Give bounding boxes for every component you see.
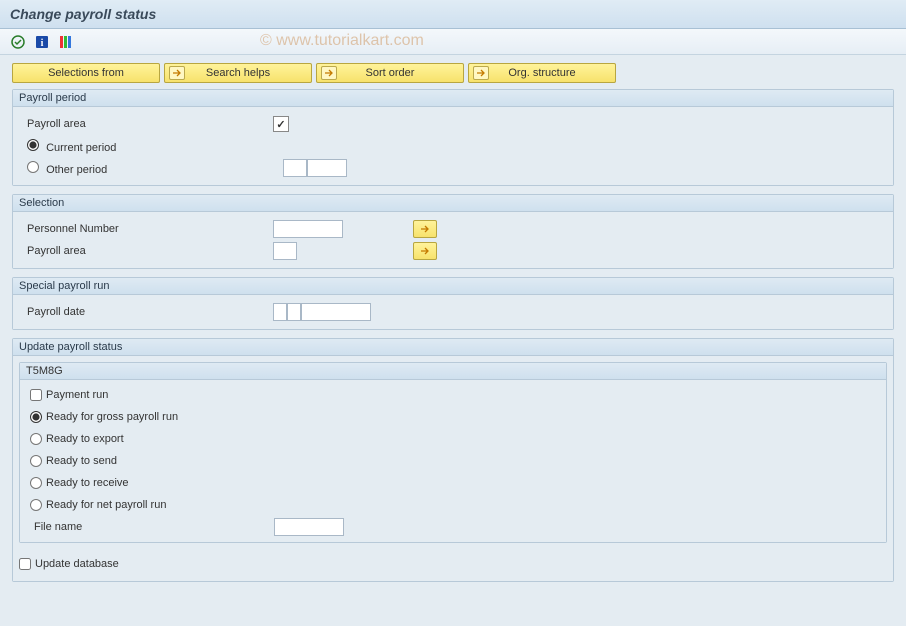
t5m8g-box: T5M8G Payment run Ready for gross payrol…: [19, 362, 887, 543]
ready-receive-label: Ready to receive: [46, 477, 129, 489]
arrow-right-icon: [473, 66, 489, 80]
ready-receive-radio[interactable]: [30, 477, 42, 489]
other-period-label: Other period: [46, 164, 107, 176]
ready-net-row[interactable]: Ready for net payroll run: [30, 499, 166, 511]
payroll-area-label: Payroll area: [23, 118, 273, 130]
current-period-radio[interactable]: [27, 139, 39, 151]
personnel-number-multiple-button[interactable]: [413, 220, 437, 238]
selection-group: Selection Personnel Number Payroll area: [12, 194, 894, 269]
payroll-date-input-1[interactable]: [273, 303, 287, 321]
update-database-checkbox[interactable]: [19, 558, 31, 570]
execute-icon[interactable]: [10, 34, 26, 50]
other-period-radio[interactable]: [27, 161, 39, 173]
ready-export-label: Ready to export: [46, 433, 124, 445]
arrow-right-icon: [169, 66, 185, 80]
ready-gross-row[interactable]: Ready for gross payroll run: [30, 411, 178, 423]
payroll-area-checkbox[interactable]: ✓: [273, 116, 289, 132]
special-payroll-group: Special payroll run Payroll date: [12, 277, 894, 330]
payroll-area-multiple-button[interactable]: [413, 242, 437, 260]
check-mark-icon: ✓: [276, 118, 285, 131]
current-period-radio-row[interactable]: Current period: [23, 139, 273, 154]
svg-text:i: i: [41, 38, 44, 49]
other-period-radio-row[interactable]: Other period: [23, 161, 273, 176]
inner-box-header: T5M8G: [20, 363, 886, 380]
ready-gross-radio[interactable]: [30, 411, 42, 423]
payroll-period-group: Payroll period Payroll area ✓ Current pe…: [12, 89, 894, 186]
ready-receive-row[interactable]: Ready to receive: [30, 477, 129, 489]
ready-export-radio[interactable]: [30, 433, 42, 445]
ready-net-radio[interactable]: [30, 499, 42, 511]
file-name-input[interactable]: [274, 518, 344, 536]
group-header: Special payroll run: [13, 278, 893, 295]
button-label: Selections from: [48, 67, 124, 79]
update-database-row[interactable]: Update database: [19, 558, 119, 570]
payment-run-checkbox[interactable]: [30, 389, 42, 401]
payroll-area-sel-label: Payroll area: [23, 245, 273, 257]
payroll-area-sel-input[interactable]: [273, 242, 297, 260]
current-period-label: Current period: [46, 142, 116, 154]
update-payroll-status-group: Update payroll status T5M8G Payment run …: [12, 338, 894, 582]
search-helps-button[interactable]: Search helps: [164, 63, 312, 83]
group-header: Selection: [13, 195, 893, 212]
sort-order-button[interactable]: Sort order: [316, 63, 464, 83]
other-period-input-1[interactable]: [283, 159, 307, 177]
ready-send-radio[interactable]: [30, 455, 42, 467]
file-name-label: File name: [30, 521, 274, 533]
ready-send-label: Ready to send: [46, 455, 117, 467]
content-area: Selections from Search helps Sort order …: [0, 55, 906, 582]
ready-export-row[interactable]: Ready to export: [30, 433, 124, 445]
ready-net-label: Ready for net payroll run: [46, 499, 166, 511]
personnel-number-label: Personnel Number: [23, 223, 273, 235]
button-label: Org. structure: [508, 67, 575, 79]
application-toolbar: i: [0, 29, 906, 55]
color-bars-icon[interactable]: [58, 34, 74, 50]
update-database-label: Update database: [35, 558, 119, 570]
arrow-right-icon: [321, 66, 337, 80]
payroll-date-label: Payroll date: [23, 306, 273, 318]
personnel-number-input[interactable]: [273, 220, 343, 238]
payroll-date-input-3[interactable]: [301, 303, 371, 321]
info-icon[interactable]: i: [34, 34, 50, 50]
org-structure-button[interactable]: Org. structure: [468, 63, 616, 83]
payment-run-row[interactable]: Payment run: [30, 389, 108, 401]
payment-run-label: Payment run: [46, 389, 108, 401]
selections-from-button[interactable]: Selections from: [12, 63, 160, 83]
ready-send-row[interactable]: Ready to send: [30, 455, 117, 467]
ready-gross-label: Ready for gross payroll run: [46, 411, 178, 423]
other-period-input-2[interactable]: [307, 159, 347, 177]
window-title: Change payroll status: [10, 6, 156, 22]
group-header: Update payroll status: [13, 339, 893, 356]
window-titlebar: Change payroll status: [0, 0, 906, 29]
action-button-row: Selections from Search helps Sort order …: [12, 63, 894, 83]
payroll-date-input-2[interactable]: [287, 303, 301, 321]
button-label: Search helps: [206, 67, 270, 79]
button-label: Sort order: [366, 67, 415, 79]
group-header: Payroll period: [13, 90, 893, 107]
